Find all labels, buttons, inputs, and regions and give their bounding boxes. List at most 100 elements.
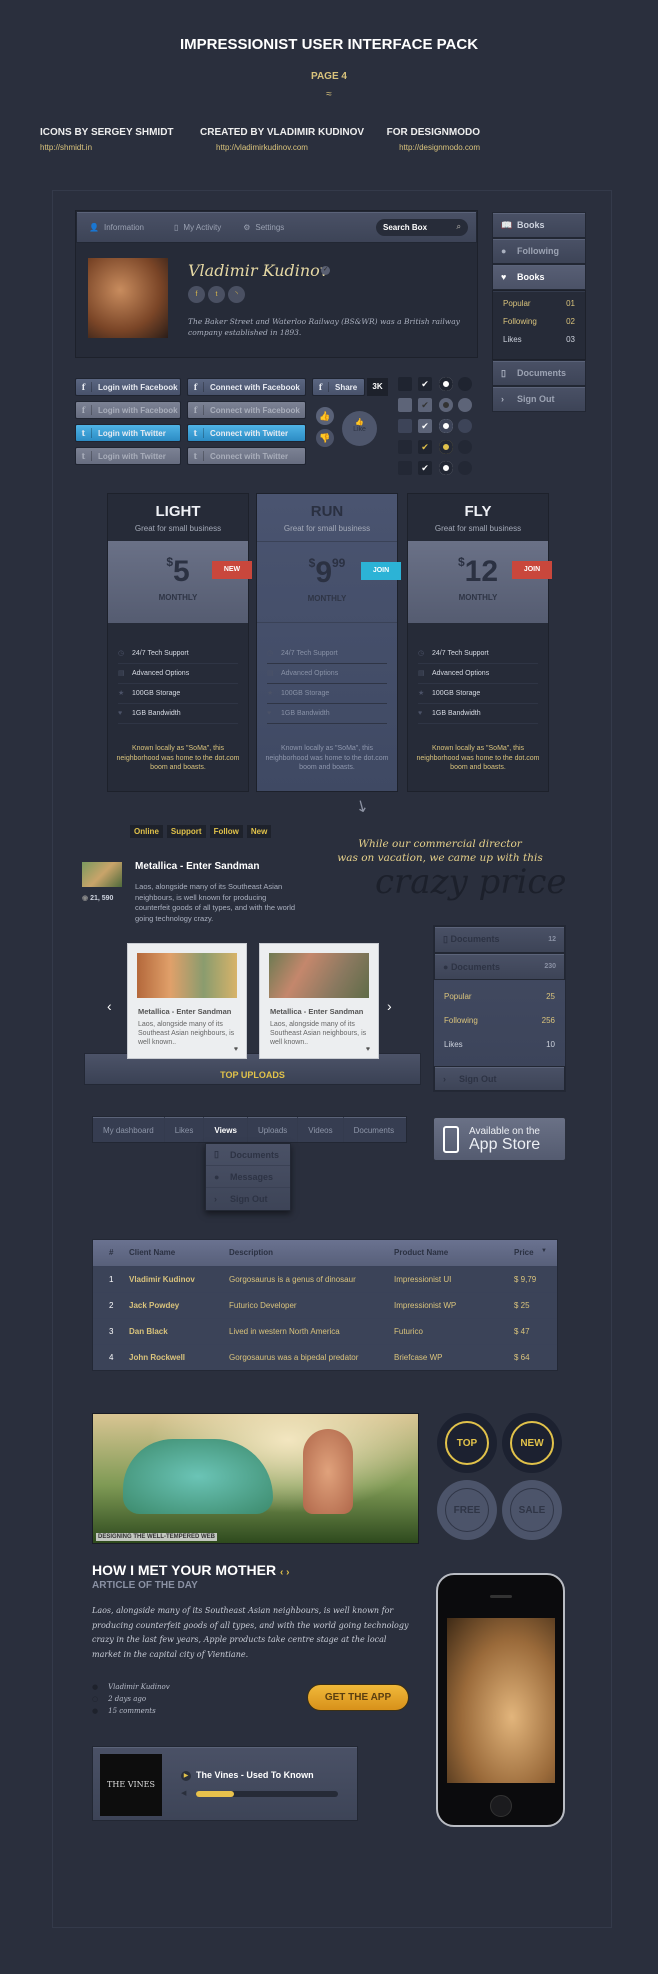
connect-twitter-button-disabled[interactable]: t Connect with Twitter [187,447,306,465]
home-button[interactable] [490,1795,512,1817]
checkbox-checked[interactable]: ✔ [418,419,432,433]
connect-facebook-button[interactable]: f Connect with Facebook [187,378,306,396]
checkbox[interactable] [398,398,412,412]
tag[interactable]: Support [166,825,206,838]
play-icon[interactable]: ▶ [181,1771,191,1781]
column-header[interactable]: Client Name [129,1240,229,1266]
share-button[interactable]: f Share [312,378,365,396]
login-twitter-button[interactable]: t Login with Twitter [75,424,181,442]
radio[interactable] [458,419,472,433]
radio-selected[interactable] [439,419,453,433]
checkbox-checked[interactable]: ✔ [418,398,432,412]
connect-twitter-button[interactable]: t Connect with Twitter [187,424,306,442]
volume-icon[interactable]: ◀ [181,1789,186,1797]
badge-free[interactable]: FREE [437,1480,497,1540]
stat-row[interactable]: Following 256 [434,1016,565,1040]
login-facebook-button[interactable]: f Login with Facebook [75,378,181,396]
facebook-icon[interactable]: f [188,286,205,303]
radio-selected[interactable] [439,398,453,412]
stat-row[interactable]: Following 02 [493,317,585,335]
checkbox-checked[interactable]: ✔ [418,377,432,391]
badge-sale[interactable]: SALE [502,1480,562,1540]
upload-card[interactable]: Metallica - Enter Sandman Laos, alongside… [127,943,247,1059]
sidebar-item-documents[interactable]: ▯ Documents 12 [434,926,565,953]
post-thumbnail[interactable] [82,862,122,887]
tab-videos[interactable]: Videos [298,1117,344,1142]
chevron-left-icon[interactable]: ‹ [107,998,112,1014]
post-title[interactable]: Metallica - Enter Sandman [135,861,259,872]
twitter-icon[interactable]: t [208,286,225,303]
table-row[interactable]: 3 Dan Black Lived in western North America… [93,1317,557,1344]
ribbon-button[interactable]: NEW [212,561,252,579]
chevron-right-icon[interactable]: › [387,998,392,1014]
login-twitter-button-disabled[interactable]: t Login with Twitter [75,447,181,465]
credit-link[interactable]: http://designmodo.com [387,143,480,152]
tab-documents[interactable]: Documents [344,1117,404,1142]
checkbox[interactable] [398,461,412,475]
tab-views[interactable]: Views [204,1117,248,1142]
rss-icon[interactable]: ◝ [228,286,245,303]
radio[interactable] [458,461,472,475]
ribbon-button[interactable]: JOIN [361,562,401,580]
credit-link[interactable]: http://vladimirkudinov.com [200,143,324,152]
table-row[interactable]: 2 Jack Powdey Futurico Developer Impression… [93,1291,557,1318]
sort-down-icon[interactable]: ▼ [541,1248,547,1254]
stat-row[interactable]: Popular 25 [434,992,565,1016]
thumbs-up-icon[interactable]: 👍 [316,407,334,425]
table-row[interactable]: 1 Vladimir Kudinov Gorgosaurus is a genus … [93,1265,557,1292]
prev-next-icon[interactable]: ‹ › [280,1567,289,1578]
search-input[interactable]: Search Box ⌕ [376,218,468,236]
sidebar-item-documents[interactable]: ● Documents 230 [434,953,565,980]
tab-likes[interactable]: Likes [165,1117,205,1142]
sidebar-item-books-active[interactable]: ♥ Books [492,264,586,290]
progress-bar[interactable] [196,1791,338,1797]
app-store-button[interactable]: Available on the App Store [432,1116,567,1162]
badge-top[interactable]: TOP [437,1413,497,1473]
menu-item-messages[interactable]: ● Messages [206,1166,290,1188]
login-facebook-button-disabled[interactable]: f Login with Facebook [75,401,181,419]
menu-item-sign-out[interactable]: › Sign Out [206,1188,290,1210]
radio-selected[interactable] [439,377,453,391]
connect-facebook-button-disabled[interactable]: f Connect with Facebook [187,401,306,419]
radio[interactable] [458,398,472,412]
tab-my-dashboard[interactable]: My dashboard [93,1117,165,1142]
checkbox[interactable] [398,419,412,433]
tag[interactable]: Follow [209,825,243,838]
stat-row[interactable]: Likes 10 [434,1040,565,1064]
like-button[interactable]: 👍 Like [342,411,377,446]
radio[interactable] [458,440,472,454]
sidebar-item-sign-out[interactable]: › Sign Out [492,386,586,412]
ribbon-button[interactable]: JOIN [512,561,552,579]
column-header-price[interactable]: Price ▼ [514,1240,557,1266]
heart-icon[interactable]: ♥ [234,1046,238,1053]
column-header[interactable]: Product Name [394,1240,514,1266]
credit-link[interactable]: http://shmidt.in [40,143,174,152]
tab-uploads[interactable]: Uploads [248,1117,299,1142]
menu-item-documents[interactable]: ▯ Documents [206,1144,290,1166]
sidebar-item-sign-out[interactable]: › Sign Out [434,1066,565,1091]
tag[interactable]: New [246,825,272,838]
table-row[interactable]: 4 John Rockwell Gorgosaurus was a bipedal … [93,1343,557,1370]
heart-icon[interactable]: ♥ [366,1046,370,1053]
stat-row[interactable]: Likes 03 [493,335,585,353]
radio-selected[interactable] [439,461,453,475]
tag[interactable]: Online [130,825,163,838]
column-header[interactable]: Description [229,1240,394,1266]
checkbox-checked[interactable]: ✔ [418,461,432,475]
upload-card[interactable]: Metallica - Enter Sandman Laos, alongside… [259,943,379,1059]
radio[interactable] [458,377,472,391]
nav-my-activity[interactable]: My Activity [183,223,221,232]
checkbox-checked[interactable]: ✔ [418,440,432,454]
column-header[interactable]: # [93,1240,129,1266]
stat-row[interactable]: Popular 01 [493,299,585,317]
nav-settings[interactable]: Settings [255,223,284,232]
sidebar-item-documents[interactable]: ▯ Documents [492,360,586,386]
thumbs-down-icon[interactable]: 👎 [316,429,334,447]
banner-image[interactable]: DESIGNING THE WELL-TEMPERED WEB [92,1413,419,1544]
search-icon[interactable]: ⌕ [457,222,461,232]
get-the-app-button[interactable]: GET THE APP [307,1684,409,1711]
checkbox[interactable] [398,440,412,454]
badge-new[interactable]: NEW [502,1413,562,1473]
radio-selected[interactable] [439,440,453,454]
sidebar-item-following[interactable]: ● Following [492,238,586,264]
